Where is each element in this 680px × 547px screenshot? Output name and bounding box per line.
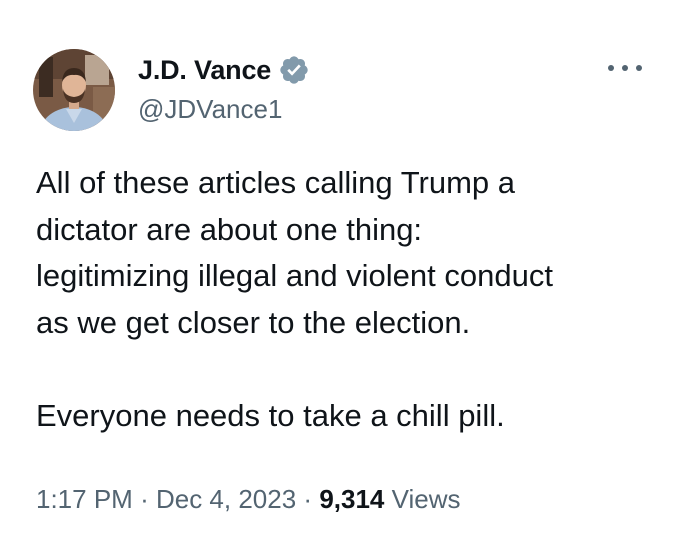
more-options-button[interactable] [608, 56, 642, 80]
tweet-text: All of these articles calling Trump a di… [36, 160, 656, 439]
more-horizontal-icon-dot [622, 65, 628, 71]
tweet-paragraph: Everyone needs to take a chill pill. [36, 397, 505, 433]
name-row: J.D. Vance [138, 50, 310, 90]
views-count[interactable]: 9,314 [319, 484, 384, 514]
views-label: Views [391, 484, 461, 514]
author-display-name[interactable]: J.D. Vance [138, 55, 271, 86]
tweet-time[interactable]: 1:17 PM [36, 484, 133, 514]
meta-separator: · [303, 484, 313, 514]
meta-separator: · [140, 484, 149, 514]
author-avatar[interactable] [33, 49, 115, 131]
tweet-meta: 1:17 PM · Dec 4, 2023 · 9,314 Views [36, 484, 461, 515]
more-horizontal-icon-dot [636, 65, 642, 71]
tweet-card: J.D. Vance @JDVance1 All of these articl… [0, 0, 680, 547]
author-block: J.D. Vance @JDVance1 [138, 50, 310, 125]
tweet-paragraph: All of these articles calling Trump a di… [36, 165, 553, 340]
avatar-photo-icon [33, 49, 115, 131]
tweet-date[interactable]: Dec 4, 2023 [156, 484, 296, 514]
author-handle[interactable]: @JDVance1 [138, 94, 310, 125]
more-horizontal-icon-dot [608, 65, 614, 71]
verified-badge-icon[interactable] [278, 54, 310, 86]
